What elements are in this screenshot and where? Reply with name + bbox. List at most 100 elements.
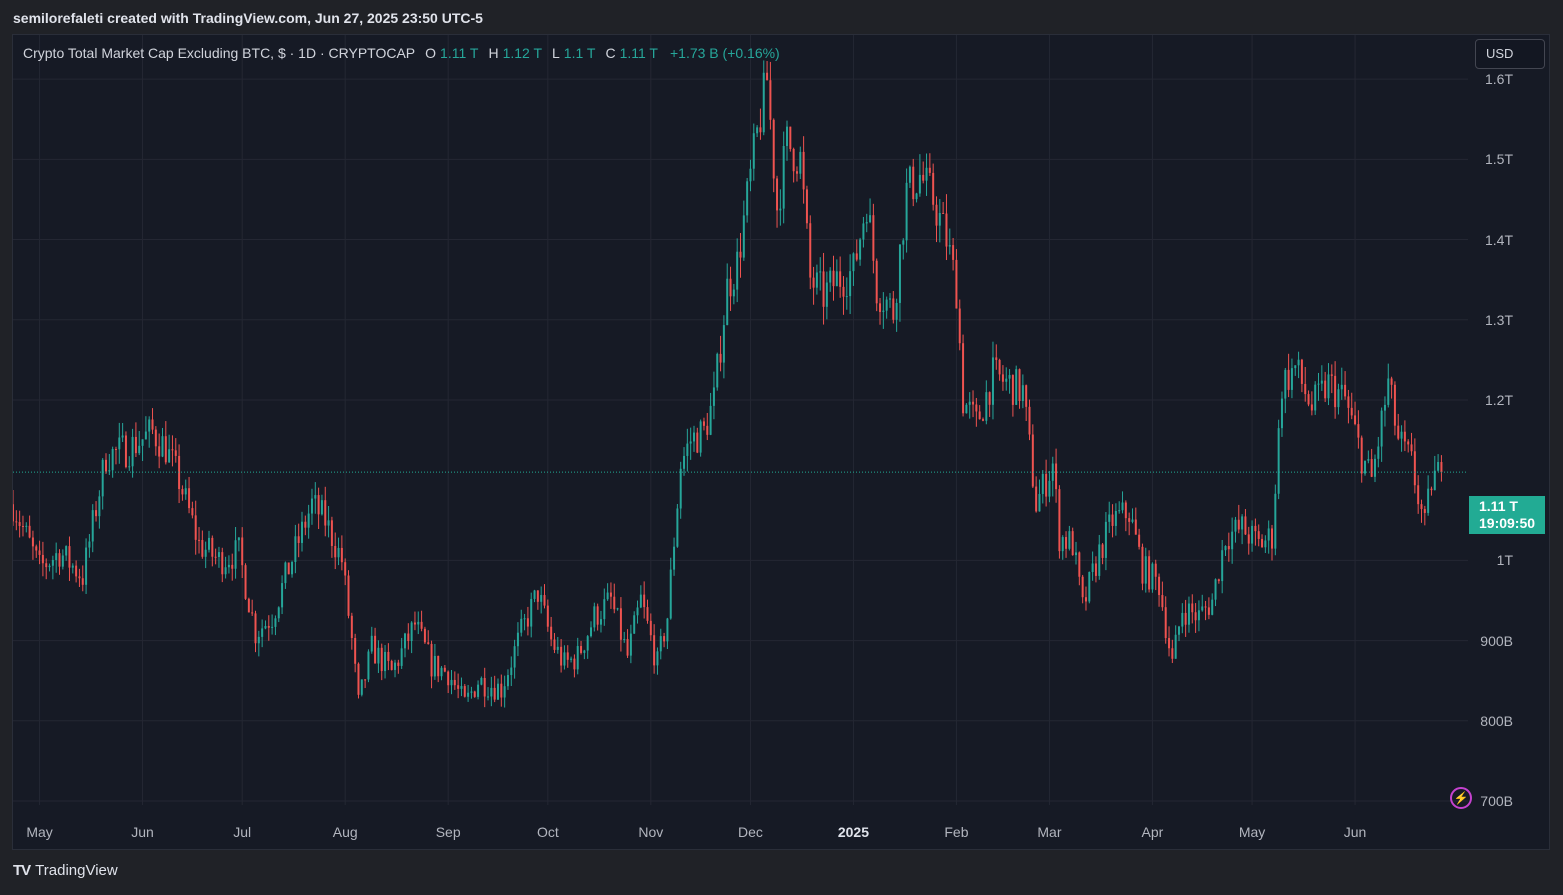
candle-body <box>736 251 739 290</box>
change-value: +1.73 B (+0.16%) <box>669 45 780 61</box>
candle-body <box>1304 383 1307 395</box>
candle-down <box>45 558 48 580</box>
candle-down <box>287 562 290 575</box>
currency-button[interactable]: USD <box>1475 39 1545 69</box>
candle-body <box>430 643 433 677</box>
last-price-value: 1.11 T <box>1479 498 1518 514</box>
candle-down <box>58 549 61 575</box>
candle-body <box>606 592 609 600</box>
candle-down <box>809 215 812 290</box>
candle-body <box>1390 378 1393 385</box>
candle-body <box>912 166 915 200</box>
candle-down <box>1310 391 1313 416</box>
candle-body <box>477 684 480 697</box>
symbol-title[interactable]: Crypto Total Market Cap Excluding BTC, $… <box>23 45 415 61</box>
candle-down <box>626 629 629 658</box>
candle-down <box>350 612 353 650</box>
symbol-legend[interactable]: Crypto Total Market Cap Excluding BTC, $… <box>23 45 780 61</box>
lightning-icon[interactable]: ⚡ <box>1450 787 1472 809</box>
candle-body <box>872 215 875 261</box>
candle-up <box>1400 425 1403 452</box>
candle-body <box>403 633 406 649</box>
candle-body <box>151 419 154 430</box>
candle-down <box>1217 578 1220 584</box>
candle-body <box>1211 599 1214 615</box>
candle-body <box>1177 626 1180 635</box>
candle-up <box>327 505 330 538</box>
candle-down <box>805 185 808 229</box>
candle-up <box>849 254 852 315</box>
candle-body <box>1011 375 1014 405</box>
candle-down <box>912 158 915 207</box>
open-key: O <box>425 45 437 61</box>
candle-body <box>1423 509 1426 513</box>
price-plot[interactable] <box>13 35 1549 849</box>
candle-body <box>1237 519 1240 530</box>
candle-down <box>1081 574 1084 604</box>
candle-up <box>417 611 420 635</box>
candle-down <box>952 238 955 271</box>
candle-down <box>483 667 486 708</box>
candle-body <box>945 213 948 247</box>
candle-down <box>1001 365 1004 391</box>
candle-body <box>433 655 436 677</box>
candle-body <box>769 80 772 120</box>
candle-up <box>111 446 114 478</box>
candle-body <box>666 618 669 642</box>
candle-up <box>281 575 284 615</box>
candle-body <box>653 635 656 666</box>
candle-body <box>480 678 483 685</box>
candle-down <box>191 501 194 519</box>
candle-down <box>1065 531 1068 558</box>
candle-body <box>792 148 795 172</box>
candle-body <box>789 126 792 149</box>
candle-body <box>925 167 928 181</box>
candle-down <box>437 655 440 683</box>
candle-up <box>1038 479 1041 512</box>
candle-body <box>1340 384 1343 390</box>
candle-body <box>417 621 420 625</box>
candle-body <box>679 468 682 509</box>
candle-up <box>440 666 443 681</box>
candle-down <box>124 431 127 469</box>
candle-body <box>281 583 284 608</box>
candle-body <box>636 607 639 616</box>
candle-body <box>244 565 247 599</box>
candle-down <box>443 664 446 673</box>
candle-body <box>234 540 237 569</box>
candle-body <box>815 272 818 288</box>
candle-body <box>1204 606 1207 608</box>
candle-body <box>819 271 822 273</box>
candle-body <box>1101 544 1104 558</box>
candle-up <box>204 541 207 569</box>
candle-up <box>291 560 294 578</box>
candle-body <box>194 515 197 540</box>
candle-body <box>629 633 632 656</box>
candle-down <box>1138 528 1141 550</box>
candle-up <box>264 620 267 630</box>
candle-down <box>766 61 769 81</box>
candle-body <box>1184 612 1187 625</box>
candle-body <box>722 325 725 363</box>
candle-up <box>1187 596 1190 633</box>
candle-body <box>470 691 473 693</box>
candle-up <box>1181 603 1184 634</box>
candle-down <box>1168 626 1171 657</box>
candle-body <box>91 510 94 542</box>
candle-body <box>334 545 337 558</box>
candle-up <box>1251 520 1254 552</box>
candle-body <box>1001 374 1004 382</box>
candle-up <box>683 447 686 476</box>
candle-body <box>1174 634 1177 659</box>
candle-down <box>928 153 931 177</box>
tradingview-brand[interactable]: TV TradingView <box>13 862 118 879</box>
candle-body <box>251 612 254 614</box>
candle-body <box>45 563 48 568</box>
candle-body <box>1078 552 1081 577</box>
candle-down <box>457 673 460 699</box>
candle-body <box>164 436 167 463</box>
candle-down <box>812 266 815 305</box>
chart-panel[interactable]: Crypto Total Market Cap Excluding BTC, $… <box>12 34 1550 850</box>
time-tick-label: Apr <box>1141 824 1164 840</box>
candle-up <box>679 461 682 519</box>
